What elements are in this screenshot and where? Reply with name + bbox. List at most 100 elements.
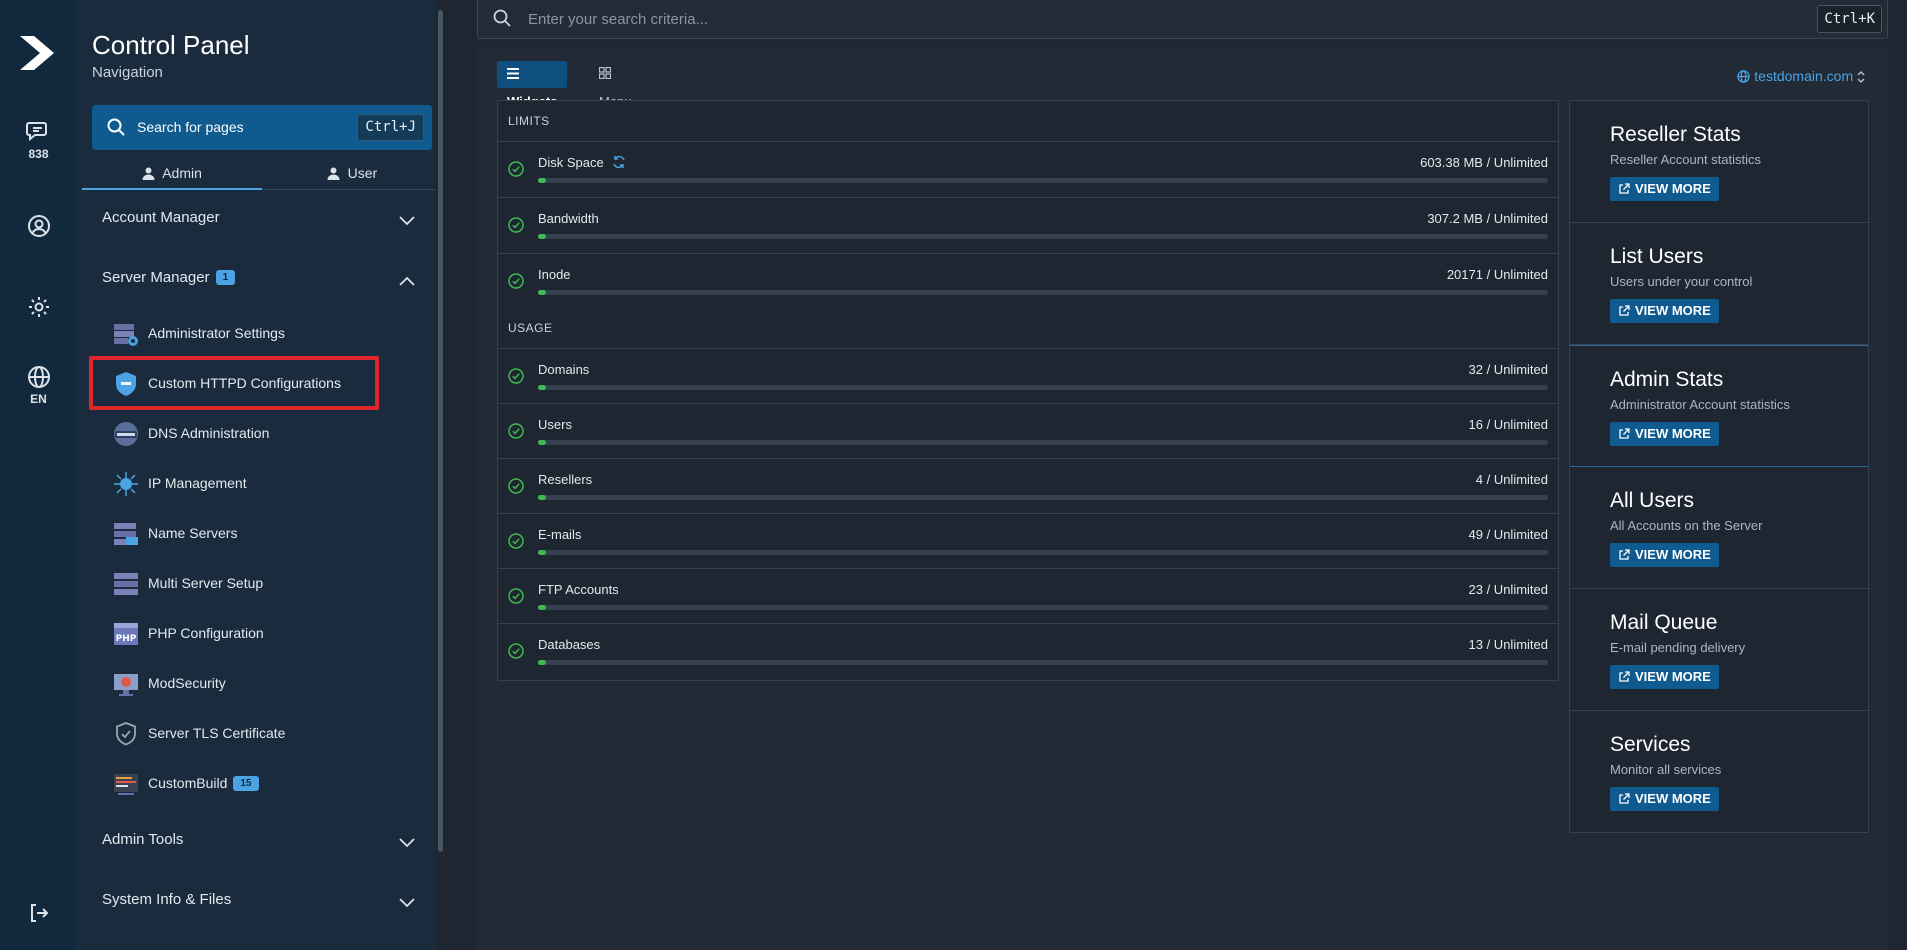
- check-circle-icon: [508, 273, 524, 294]
- stat-row: Disk Space 603.38 MB / Unlimited: [498, 141, 1558, 197]
- logout-icon: [0, 902, 77, 924]
- progress-track: [538, 550, 1548, 555]
- nav-item-custom-httpd-configurations[interactable]: Custom HTTPD Configurations: [112, 366, 417, 402]
- section-label: Server Manager: [102, 269, 210, 286]
- view-more-button[interactable]: VIEW MORE: [1610, 543, 1719, 567]
- logout-button[interactable]: [0, 902, 77, 924]
- refresh-icon[interactable]: [604, 155, 626, 170]
- nav-item-dns-administration[interactable]: DNS Administration: [112, 416, 417, 452]
- nav-item-php-configuration[interactable]: PHP PHP Configuration: [112, 616, 417, 652]
- modsecurity-icon: [112, 670, 140, 698]
- check-circle-icon: [508, 423, 524, 444]
- admin-user-icon: [142, 165, 162, 181]
- view-more-button[interactable]: VIEW MORE: [1610, 177, 1719, 201]
- stat-name-text: Databases: [538, 637, 601, 652]
- language-code: EN: [30, 392, 47, 406]
- tab-user[interactable]: User: [262, 160, 442, 190]
- stat-value: 32 / Unlimited: [1468, 362, 1548, 377]
- tab-admin[interactable]: Admin: [82, 160, 262, 190]
- nav-item-multi-server-setup[interactable]: Multi Server Setup: [112, 566, 417, 602]
- nav-item-label: DNS Administration: [148, 425, 270, 441]
- widgets-view-button[interactable]: Widgets: [497, 61, 568, 109]
- nav-item-modsecurity[interactable]: ModSecurity: [112, 666, 417, 702]
- stat-name-text: Disk Space: [538, 155, 604, 170]
- section-server-manager[interactable]: Server Manager 1: [102, 269, 427, 295]
- view-more-label: VIEW MORE: [1635, 669, 1711, 684]
- check-circle-icon: [508, 217, 524, 238]
- messages-button[interactable]: 838: [0, 120, 77, 161]
- progress-track: [538, 385, 1548, 390]
- stat-name-text: FTP Accounts: [538, 582, 619, 597]
- stat-value: 16 / Unlimited: [1468, 417, 1548, 432]
- menu-view-button[interactable]: Menu: [589, 61, 642, 109]
- external-link-icon: [1618, 303, 1635, 318]
- domain-selector[interactable]: testdomain.com: [1737, 68, 1865, 84]
- search-shortcut: Ctrl+K: [1817, 5, 1882, 33]
- section-label: Admin Tools: [102, 831, 184, 848]
- widget-card: All Users All Accounts on the Server VIEW …: [1570, 467, 1868, 589]
- directadmin-logo[interactable]: [18, 32, 56, 74]
- language-button[interactable]: EN: [0, 365, 77, 406]
- nav-item-server-tls-certificate[interactable]: Server TLS Certificate: [112, 716, 417, 752]
- php-icon: PHP: [112, 620, 140, 648]
- stat-name: Users: [538, 417, 572, 432]
- search-icon: [107, 118, 125, 141]
- view-more-button[interactable]: VIEW MORE: [1610, 422, 1719, 446]
- nav-item-label: Server TLS Certificate: [148, 725, 286, 741]
- stat-row: Domains 32 / Unlimited: [498, 348, 1558, 404]
- shield-check-icon: [112, 720, 140, 748]
- external-link-icon: [1618, 181, 1635, 196]
- global-search[interactable]: Enter your search criteria... Ctrl+K: [477, 0, 1888, 39]
- section-system-info-files[interactable]: System Info & Files: [102, 891, 427, 917]
- panel-title: Control Panel: [92, 30, 250, 60]
- card-subtitle: Administrator Account statistics: [1610, 397, 1790, 412]
- check-circle-icon: [508, 478, 524, 499]
- scrollbar-thumb[interactable]: [438, 10, 443, 852]
- panel-subtitle: Navigation: [92, 64, 163, 81]
- stat-name: Disk Space: [538, 155, 626, 170]
- card-title: Reseller Stats: [1610, 123, 1741, 146]
- card-subtitle: Monitor all services: [1610, 762, 1722, 777]
- view-more-button[interactable]: VIEW MORE: [1610, 787, 1719, 811]
- external-link-icon: [1618, 547, 1635, 562]
- search-input[interactable]: Enter your search criteria...: [528, 11, 708, 28]
- stat-value: 20171 / Unlimited: [1446, 267, 1548, 282]
- section-label: Account Manager: [102, 209, 220, 226]
- nav-item-label: ModSecurity: [148, 675, 226, 691]
- progress-fill: [538, 660, 547, 665]
- progress-track: [538, 234, 1548, 239]
- card-subtitle: All Accounts on the Server: [1610, 518, 1763, 533]
- messages-count: 838: [28, 147, 49, 161]
- progress-fill: [538, 550, 547, 555]
- view-more-label: VIEW MORE: [1635, 547, 1711, 562]
- progress-track: [538, 495, 1548, 500]
- widget-card: Reseller Stats Reseller Account statistic…: [1570, 101, 1868, 223]
- progress-fill: [538, 290, 547, 295]
- nav-item-administrator-settings[interactable]: Administrator Settings: [112, 316, 417, 352]
- progress-fill: [538, 440, 547, 445]
- view-more-label: VIEW MORE: [1635, 181, 1711, 196]
- settings-button[interactable]: [0, 295, 77, 319]
- stat-row: Users 16 / Unlimited: [498, 403, 1558, 459]
- nav-item-custombuild[interactable]: CustomBuild 15: [112, 766, 417, 802]
- nav-item-ip-management[interactable]: IP Management: [112, 466, 417, 502]
- globe-icon: [0, 365, 77, 389]
- stat-name: E-mails: [538, 527, 581, 542]
- view-more-button[interactable]: VIEW MORE: [1610, 299, 1719, 323]
- section-admin-tools[interactable]: Admin Tools: [102, 831, 427, 857]
- search-pages-button[interactable]: Search for pages Ctrl+J: [92, 105, 432, 150]
- card-subtitle: Reseller Account statistics: [1610, 152, 1762, 167]
- widget-card: List Users Users under your control VIEW M…: [1570, 223, 1868, 345]
- view-more-button[interactable]: VIEW MORE: [1610, 665, 1719, 689]
- nav-item-name-servers[interactable]: Name Servers: [112, 516, 417, 552]
- widget-cards: Reseller Stats Reseller Account statistic…: [1569, 100, 1869, 833]
- stat-row: Databases 13 / Unlimited: [498, 623, 1558, 679]
- progress-fill: [538, 495, 547, 500]
- icon-rail: 838 EN: [0, 0, 77, 950]
- section-account-manager[interactable]: Account Manager: [102, 209, 427, 235]
- nav-scrollbar[interactable]: [435, 0, 447, 950]
- search-icon: [493, 9, 511, 32]
- progress-track: [538, 440, 1548, 445]
- chevron-up-icon: [399, 273, 415, 290]
- account-button[interactable]: [0, 214, 77, 238]
